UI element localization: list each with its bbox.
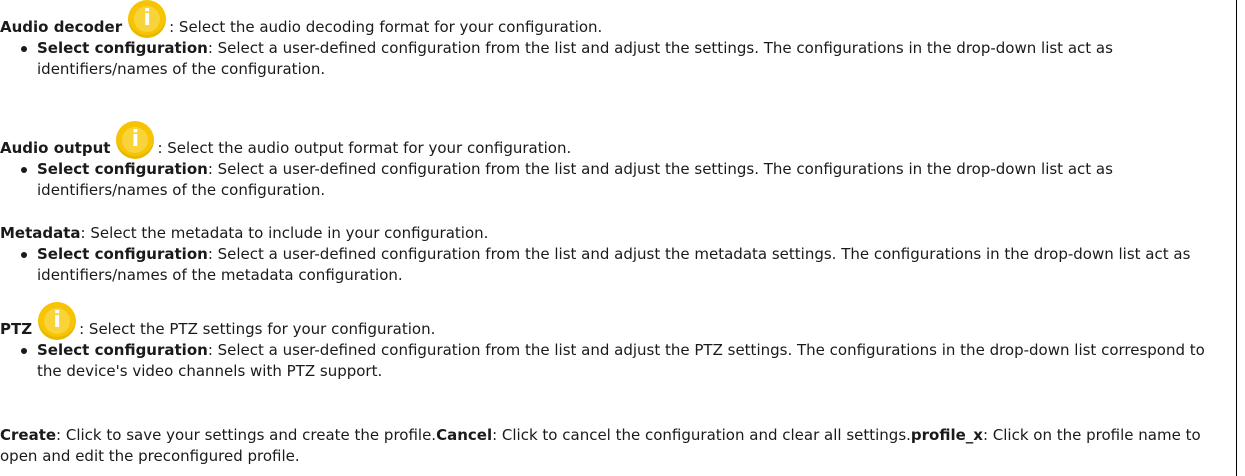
- footer-paragraph: Create: Click to save your settings and …: [0, 425, 1225, 467]
- info-icon[interactable]: i: [38, 302, 77, 340]
- audio-decoder-bullet: Select configuration: Select a user-defi…: [0, 38, 1225, 80]
- bullet-label: Select configuration: [37, 341, 208, 359]
- audio-decoder-description: : Select the audio decoding format for y…: [169, 18, 603, 36]
- metadata-title: Metadata: [0, 224, 81, 242]
- ptz-bullet: Select configuration: Select a user-defi…: [0, 340, 1225, 382]
- bullet-label: Select configuration: [37, 160, 208, 178]
- ptz-description: : Select the PTZ settings for your confi…: [79, 320, 436, 338]
- ptz-title: PTZ: [0, 320, 33, 338]
- metadata-bullet: Select configuration: Select a user-defi…: [0, 244, 1225, 286]
- cancel-text: : Click to cancel the configuration and …: [492, 426, 911, 444]
- audio-output-title: Audio output: [0, 139, 111, 157]
- audio-decoder-title: Audio decoder: [0, 18, 123, 36]
- metadata-description: : Select the metadata to include in your…: [80, 224, 489, 242]
- audio-decoder-section: Audio decoder i: Select the audio decodin…: [0, 0, 1225, 80]
- bullet-label: Select configuration: [37, 39, 208, 57]
- footer-text: Create: Click to save your settings and …: [0, 425, 1225, 467]
- audio-decoder-heading: Audio decoder i: Select the audio decodin…: [0, 0, 1225, 38]
- ptz-section: PTZ i: Select the PTZ settings for your c…: [0, 302, 1225, 382]
- right-border: [1236, 0, 1237, 476]
- profile-label: profile_x: [910, 426, 983, 444]
- audio-output-section: Audio output i: Select the audio output f…: [0, 121, 1225, 201]
- metadata-heading: Metadata: Select the metadata to include…: [0, 223, 1225, 244]
- bullet-text: : Select a user-defined configuration fr…: [37, 341, 1205, 380]
- audio-output-heading: Audio output i: Select the audio output f…: [0, 121, 1225, 159]
- audio-output-bullet: Select configuration: Select a user-defi…: [0, 159, 1225, 201]
- ptz-heading: PTZ i: Select the PTZ settings for your c…: [0, 302, 1225, 340]
- info-icon[interactable]: i: [116, 121, 155, 159]
- info-icon[interactable]: i: [128, 0, 167, 38]
- audio-output-description: : Select the audio output format for you…: [157, 139, 572, 157]
- metadata-section: Metadata: Select the metadata to include…: [0, 223, 1225, 286]
- bullet-label: Select configuration: [37, 245, 208, 263]
- create-label: Create: [0, 426, 57, 444]
- bullet-text: : Select a user-defined configuration fr…: [37, 245, 1191, 284]
- create-text: : Click to save your settings and create…: [56, 426, 437, 444]
- cancel-label: Cancel: [436, 426, 493, 444]
